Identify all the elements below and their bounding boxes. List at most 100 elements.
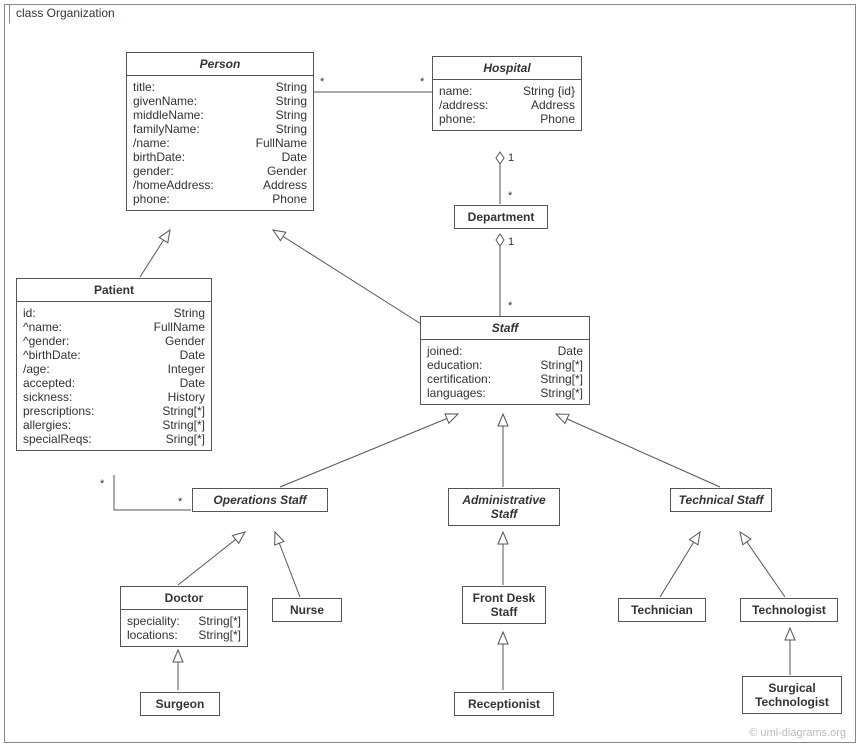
attr-row: joined: Date — [427, 344, 583, 358]
mult-dept-staff-1: 1 — [508, 236, 514, 248]
class-staff-name: Staff — [421, 317, 589, 340]
attr-row: familyName: String — [133, 122, 307, 136]
attr-type: String[*] — [148, 404, 205, 418]
attr-key: phone: — [133, 192, 170, 206]
attr-type: String — [262, 80, 307, 94]
attr-key: phone: — [439, 112, 476, 126]
class-person: Person title:StringgivenName:Stringmiddl… — [126, 52, 314, 211]
class-doctor-name: Doctor — [121, 587, 247, 610]
attr-row: phone: Phone — [439, 112, 575, 126]
class-surgtech: Surgical Technologist — [742, 676, 842, 714]
class-tech-staff-name: Technical Staff — [671, 489, 771, 511]
attr-key: education: — [427, 358, 482, 372]
attr-row: id: String — [23, 306, 205, 320]
class-admin-staff: Administrative Staff — [448, 488, 560, 526]
attr-row: locations:String[*] — [127, 628, 241, 642]
class-tech-staff: Technical Staff — [670, 488, 772, 512]
mult-pat-ops-r: * — [178, 496, 182, 508]
class-hospital: Hospital name:String {id}/address:Addres… — [432, 56, 582, 131]
class-nurse: Nurse — [272, 598, 342, 622]
attr-row: birthDate: Date — [133, 150, 307, 164]
class-technologist: Technologist — [740, 598, 838, 622]
class-person-name: Person — [127, 53, 313, 76]
attr-key: gender: — [133, 164, 174, 178]
attr-row: gender: Gender — [133, 164, 307, 178]
attr-type: Address — [517, 98, 575, 112]
class-ops-staff: Operations Staff — [192, 488, 328, 512]
attr-type: Integer — [154, 362, 205, 376]
class-technician-name: Technician — [619, 599, 705, 621]
attr-key: /name: — [133, 136, 170, 150]
class-receptionist: Receptionist — [454, 692, 554, 716]
mult-hosp-dept-s: * — [508, 190, 512, 202]
attr-row: /name: FullName — [133, 136, 307, 150]
attr-key: name: — [439, 84, 472, 98]
attr-type: Gender — [253, 164, 307, 178]
attr-type: FullName — [242, 136, 307, 150]
attr-type: String[*] — [526, 386, 583, 400]
attr-type: Gender — [151, 334, 205, 348]
attr-row: middleName:String — [133, 108, 307, 122]
attr-row: specialReqs:Sring[*] — [23, 432, 205, 446]
attr-row: /age: Integer — [23, 362, 205, 376]
class-receptionist-name: Receptionist — [455, 693, 553, 715]
attr-type: String[*] — [526, 358, 583, 372]
attr-type: Phone — [258, 192, 307, 206]
class-patient-name: Patient — [17, 279, 211, 302]
attr-key: familyName: — [133, 122, 200, 136]
attr-row: prescriptions:String[*] — [23, 404, 205, 418]
attr-row: givenName:String — [133, 94, 307, 108]
class-department: Department — [454, 205, 548, 229]
attr-key: specialReqs: — [23, 432, 92, 446]
attr-key: id: — [23, 306, 36, 320]
class-admin-staff-name: Administrative Staff — [449, 489, 559, 525]
class-department-name: Department — [455, 206, 547, 228]
class-technologist-name: Technologist — [741, 599, 837, 621]
attr-type: FullName — [140, 320, 205, 334]
class-hospital-body: name: String {id}/address:Addressphone: Ph… — [433, 80, 581, 130]
class-surgeon-name: Surgeon — [141, 693, 219, 715]
attr-row: ^birthDate: Date — [23, 348, 205, 362]
attr-key: /age: — [23, 362, 50, 376]
attr-row: phone: Phone — [133, 192, 307, 206]
attr-type: String — [262, 108, 307, 122]
attr-row: /address:Address — [439, 98, 575, 112]
attr-row: ^gender:Gender — [23, 334, 205, 348]
attr-type: String[*] — [148, 418, 205, 432]
class-frontdesk-name: Front Desk Staff — [463, 587, 545, 623]
attr-row: certification:String[*] — [427, 372, 583, 386]
attr-key: sickness: — [23, 390, 72, 404]
attr-type: String[*] — [526, 372, 583, 386]
class-person-body: title:StringgivenName:StringmiddleName:S… — [127, 76, 313, 210]
attr-type: Phone — [526, 112, 575, 126]
mult-pat-ops-l: * — [100, 478, 104, 490]
attr-key: languages: — [427, 386, 486, 400]
class-frontdesk: Front Desk Staff — [462, 586, 546, 624]
attr-key: locations: — [127, 628, 178, 642]
class-staff: Staff joined: Date education: String[*]cert… — [420, 316, 590, 405]
mult-person-hosp-r: * — [420, 76, 424, 88]
uml-canvas: class Organization — [0, 0, 860, 747]
attr-type: String — [262, 122, 307, 136]
mult-dept-staff-s: * — [508, 300, 512, 312]
attr-key: title: — [133, 80, 155, 94]
attr-row: education: String[*] — [427, 358, 583, 372]
mult-hosp-dept-1: 1 — [508, 152, 514, 164]
attr-key: joined: — [427, 344, 462, 358]
attr-type: Date — [544, 344, 583, 358]
attr-row: speciality:String[*] — [127, 614, 241, 628]
attr-type: String — [262, 94, 307, 108]
attr-type: Date — [166, 348, 205, 362]
attr-type: String — [160, 306, 205, 320]
class-doctor-body: speciality:String[*]locations:String[*] — [121, 610, 247, 646]
attr-row: /homeAddress:Address — [133, 178, 307, 192]
class-technician: Technician — [618, 598, 706, 622]
attr-type: History — [154, 390, 205, 404]
attr-row: languages: String[*] — [427, 386, 583, 400]
attr-key: ^birthDate: — [23, 348, 81, 362]
attr-type: String {id} — [509, 84, 575, 98]
package-frame-label: class Organization — [9, 4, 126, 24]
attr-key: birthDate: — [133, 150, 185, 164]
attr-type: Date — [268, 150, 307, 164]
class-surgeon: Surgeon — [140, 692, 220, 716]
